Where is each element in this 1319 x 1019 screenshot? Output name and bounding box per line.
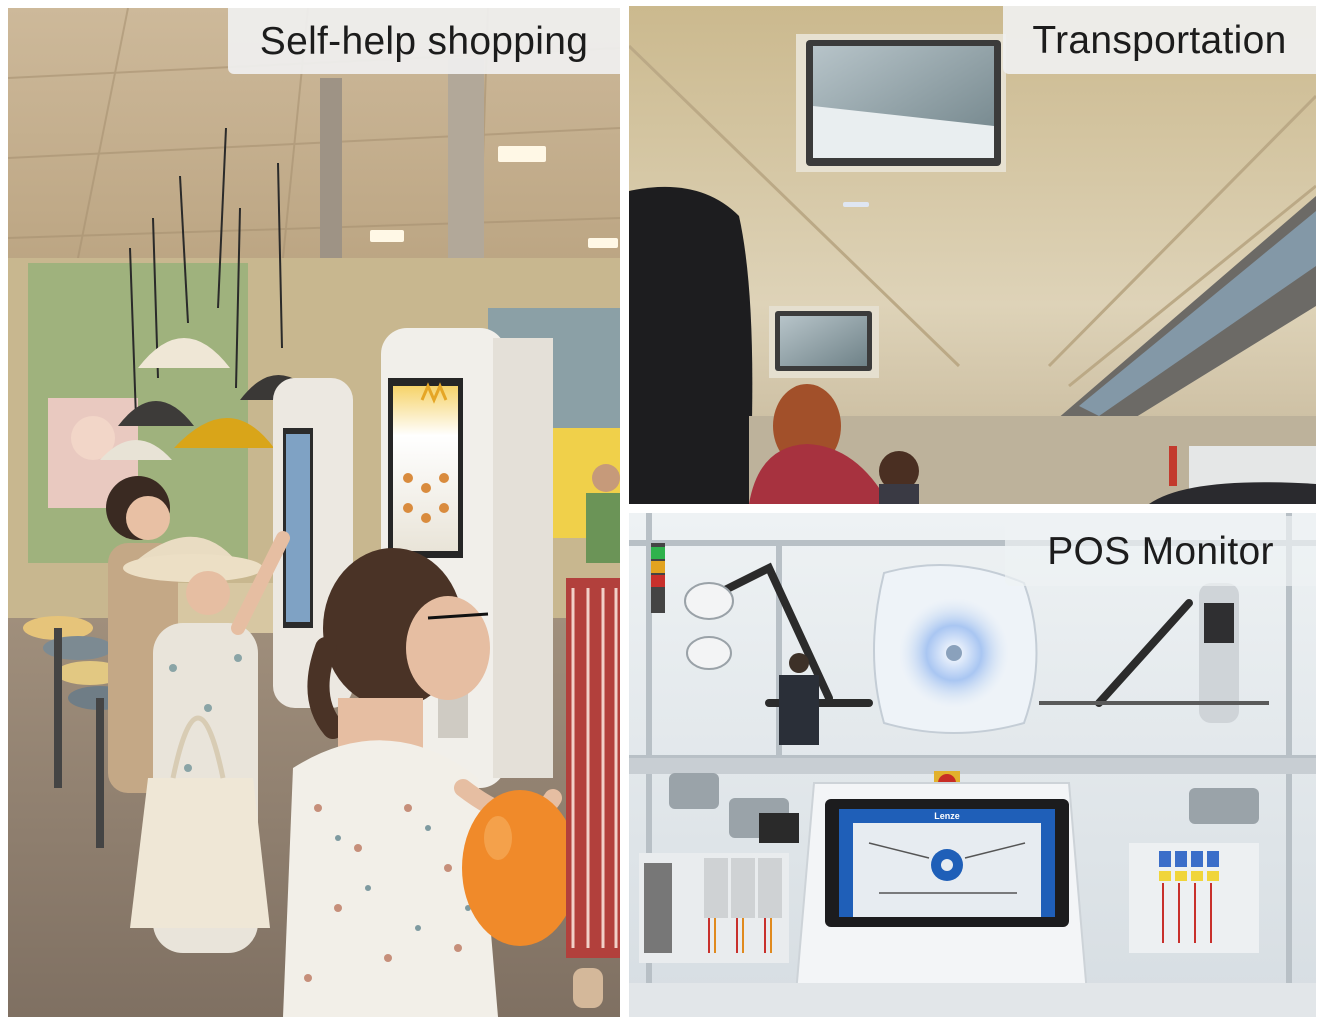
train-interior-scene xyxy=(629,6,1316,504)
transportation-photo: Transportation xyxy=(629,6,1316,504)
self-help-shopping-photo: Self-help shopping xyxy=(8,8,620,1017)
restaurant-kiosk-scene xyxy=(8,8,620,1017)
panel-caption-pos-monitor: POS Monitor xyxy=(1005,516,1316,586)
panel-caption-self-help: Self-help shopping xyxy=(228,8,620,74)
panel-caption-transportation: Transportation xyxy=(1003,6,1316,74)
screen-logo-text: Lenze xyxy=(934,811,960,821)
automation-machine-scene: Lenze xyxy=(629,513,1316,1017)
pos-monitor-photo: Lenze POS Monitor xyxy=(629,513,1316,1017)
